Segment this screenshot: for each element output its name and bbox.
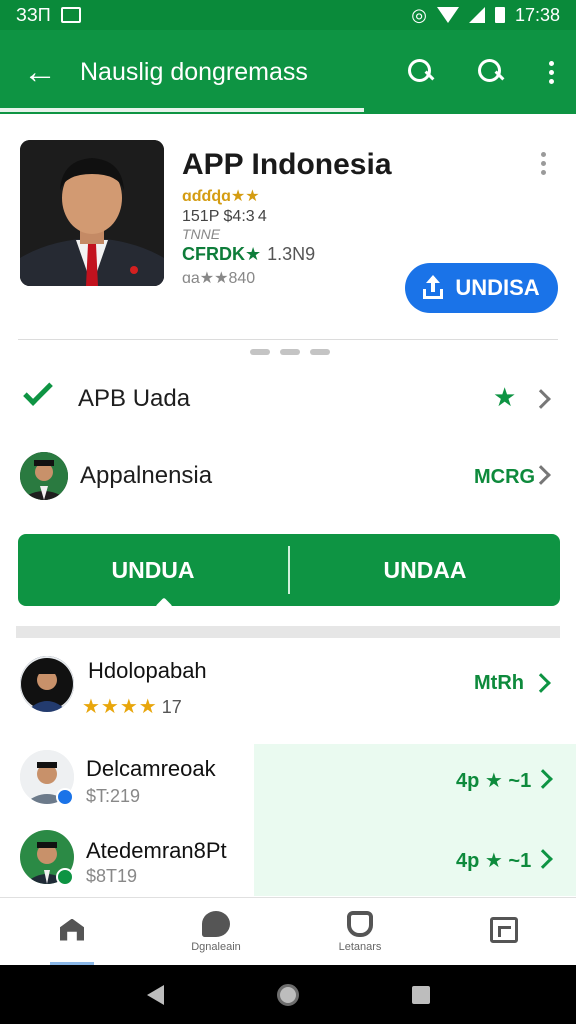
avatar <box>20 656 74 712</box>
chevron-right-icon <box>531 673 551 693</box>
status-bar: ЗЗП ◎ 17:38 <box>0 0 576 30</box>
app-meta-size: 151P $4:3 4 <box>182 208 267 225</box>
list-row-verified[interactable]: APB Uada ★ <box>0 370 576 428</box>
bottom-navigation: Dgnaleain Letanars <box>0 897 576 965</box>
frame-icon <box>490 916 518 943</box>
back-arrow-icon[interactable]: ← <box>0 30 80 114</box>
stars-text: ★★★★ <box>82 696 158 718</box>
vibrate-icon: ◎ <box>411 4 427 25</box>
system-home-icon[interactable] <box>276 983 299 1006</box>
star-icon: ★ <box>493 382 517 412</box>
nav-home[interactable] <box>0 898 144 965</box>
app-bar-title: Nauslig dongremass <box>80 57 308 86</box>
list-item-title: Atedemran8Pt <box>86 838 227 863</box>
list-item-price: $8T19 <box>86 866 138 886</box>
more-vert-icon <box>541 152 546 175</box>
more-button[interactable] <box>526 30 576 114</box>
rating-stars: ★★★★ 17 <box>82 694 182 719</box>
list-item-right-text: 4p ★ ~1 <box>456 770 532 792</box>
nav-label: Letanars <box>338 940 382 953</box>
chevron-right-icon <box>531 389 551 409</box>
search-icon <box>408 59 434 85</box>
nav-messages[interactable]: Dgnaleain <box>144 898 288 965</box>
chevron-right-icon <box>533 849 553 869</box>
upload-icon <box>423 275 444 299</box>
downloads-label: CFRDK★ <box>182 244 262 264</box>
system-recents-icon[interactable] <box>411 985 430 1004</box>
row-label: APB Uada <box>78 385 191 412</box>
app-meta-tag: TNNE <box>182 226 221 242</box>
drag-handle[interactable] <box>250 349 330 355</box>
home-icon <box>60 918 84 941</box>
search-button[interactable] <box>386 30 456 114</box>
system-navigation-bar <box>0 965 576 1024</box>
battery-icon <box>494 7 505 23</box>
check-icon <box>23 376 53 406</box>
row-right-text: MCRG <box>474 466 536 488</box>
tab-indicator <box>0 108 364 112</box>
app-meta-downloads: CFRDK★ 1.3N9 <box>182 244 315 265</box>
app-name: APP Indonesia <box>182 148 392 181</box>
nav-gallery[interactable] <box>432 898 576 965</box>
action-button-group: UNDUA UNDAA <box>18 534 560 615</box>
list-item-title: Delcamreoak <box>86 756 216 781</box>
more-vert-icon <box>548 60 554 84</box>
list-item-right-text: MtRh <box>474 672 524 694</box>
rating-count: 17 <box>161 697 182 717</box>
app-meta-rating: ɑɗɗɖɑ★★ <box>182 188 260 205</box>
app-header-card: APP Indonesia ɑɗɗɖɑ★★ 151P $4:3 4 TNNE C… <box>0 118 576 338</box>
nav-label: Dgnaleain <box>191 940 241 953</box>
install-label: UNDISA <box>455 275 540 300</box>
signal-icon <box>468 7 485 23</box>
card-more-button[interactable] <box>541 152 546 175</box>
status-time: 17:38 <box>514 4 560 25</box>
app-photo <box>20 140 164 286</box>
row-label: Appalnensia <box>80 462 213 489</box>
list-item-price: $T:219 <box>86 786 141 806</box>
image-icon <box>60 7 81 23</box>
wifi-icon <box>436 7 459 23</box>
verified-badge-icon <box>56 868 74 886</box>
list-item-title: Hdolopabah <box>88 658 207 683</box>
avatar <box>20 452 68 500</box>
action-button-right[interactable]: UNDAA <box>290 534 560 606</box>
action-button-left[interactable]: UNDUA <box>18 534 288 606</box>
search-icon <box>478 59 504 85</box>
list-row-developer[interactable]: Appalnensia MCRG <box>0 448 576 504</box>
system-back-icon[interactable] <box>146 984 164 1005</box>
nav-store[interactable]: Letanars <box>288 898 432 965</box>
chat-icon <box>202 910 230 937</box>
list-item[interactable]: Atedemran8Pt $8T19 4p ★ ~1 <box>0 828 576 890</box>
divider <box>18 339 558 340</box>
app-meta-reviews: ɑa★★840 <box>182 270 256 287</box>
chevron-right-icon <box>533 769 553 789</box>
install-button[interactable]: UNDISA <box>405 263 558 313</box>
verified-badge-icon <box>56 788 74 806</box>
list-item-right-text: 4p ★ ~1 <box>456 850 532 872</box>
downloads-count: 1.3N9 <box>267 244 316 264</box>
list-item[interactable]: Hdolopabah ★★★★ 17 MtRh <box>0 652 576 722</box>
app-bar: ← Nauslig dongremass <box>0 30 576 114</box>
list-item[interactable]: Delcamreoak $T:219 4p ★ ~1 <box>0 748 576 810</box>
status-left-text: ЗЗП <box>16 4 51 25</box>
section-divider <box>16 626 560 638</box>
bag-icon <box>347 910 373 937</box>
search-button-2[interactable] <box>456 30 526 114</box>
